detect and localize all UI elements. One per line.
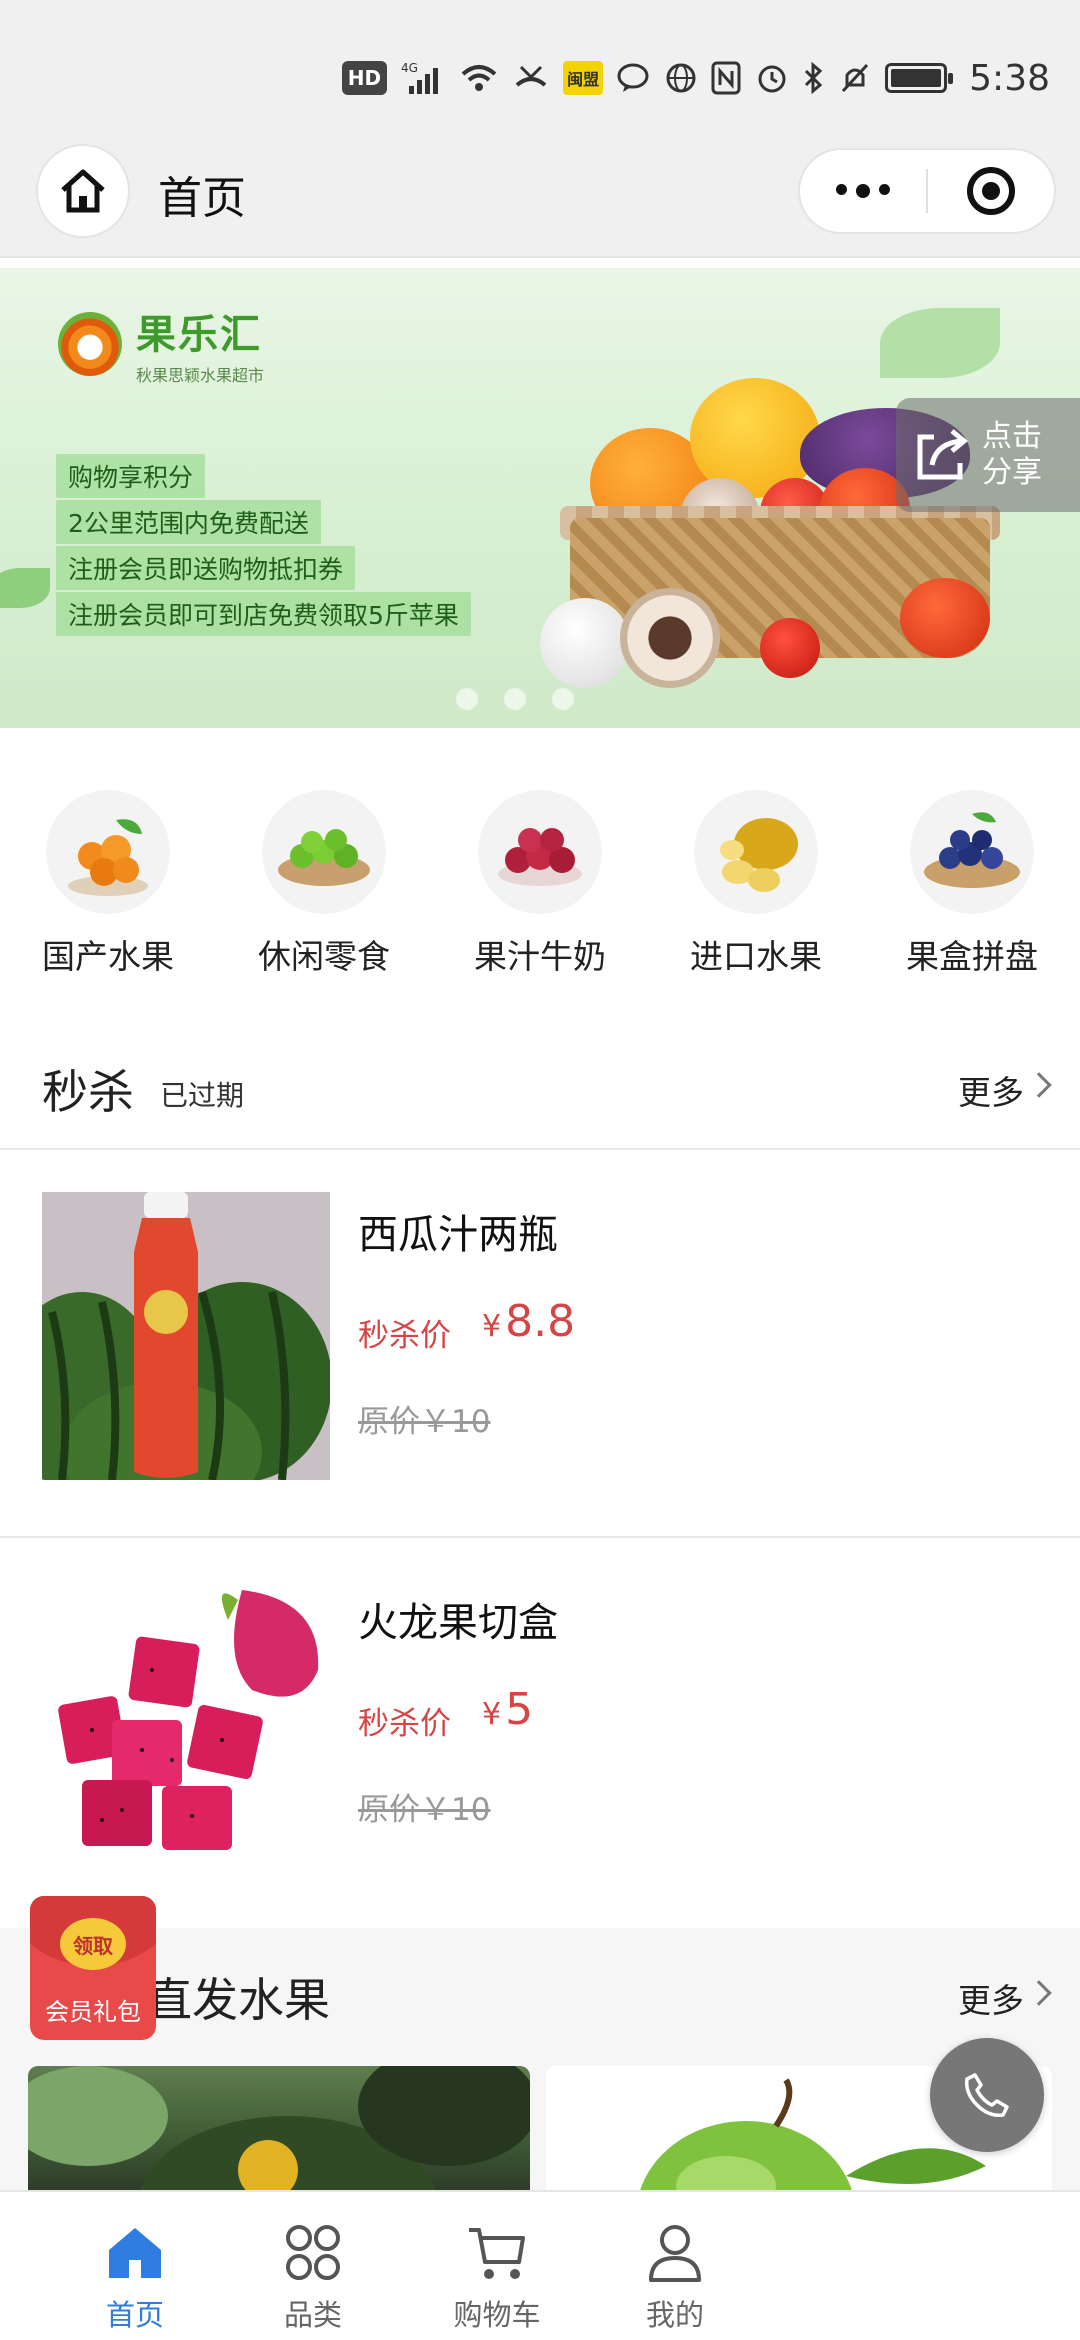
mini-program-capsule: [798, 148, 1056, 234]
chat-icon: [617, 56, 651, 100]
pumpkin-image: [28, 2066, 530, 2190]
bayberry-icon: [478, 790, 602, 914]
wifi-icon: [459, 56, 499, 100]
blueberry-icon: [910, 790, 1034, 914]
category-item[interactable]: 果盒拼盘: [864, 790, 1080, 978]
globe-icon: [665, 56, 697, 100]
loquat-icon: [46, 790, 170, 914]
cart-icon: [469, 2228, 525, 2279]
category-label: 果汁牛奶: [474, 937, 606, 976]
category-label: 国产水果: [42, 937, 174, 976]
promo-banner[interactable]: 果乐汇 秋果思颖水果超市 购物享积分 2公里范围内免费配送 注册会员即送购物抵扣…: [0, 268, 1080, 728]
battery-icon: [885, 56, 954, 100]
logo-mark-icon: [58, 312, 122, 376]
direct-fruit-title: 直发水果: [146, 1973, 330, 2027]
promo-line: 注册会员即可到店免费领取5斤苹果: [56, 592, 471, 636]
flash-sale-title: 秒杀: [42, 1065, 134, 1119]
alarm-icon: [755, 56, 789, 100]
durian-icon: [694, 790, 818, 914]
home-button[interactable]: [36, 144, 130, 238]
flash-sale-more-link[interactable]: 更多: [958, 1066, 1024, 1114]
promo-line: 注册会员即送购物抵扣券: [56, 546, 356, 590]
signal-icon: 4G: [401, 56, 445, 100]
claim-badge: 领取: [60, 1918, 126, 1970]
category-item[interactable]: 果汁牛奶: [432, 790, 648, 978]
product-card[interactable]: 西瓜汁两瓶 秒杀价 ¥8.8 原价￥10: [0, 1150, 1080, 1536]
tab-label: 我的: [645, 2298, 704, 2332]
member-gift-button[interactable]: 领取 会员礼包: [30, 1896, 156, 2040]
more-button[interactable]: [800, 150, 926, 232]
carousel-dot[interactable]: [504, 688, 526, 710]
nfc-icon: [711, 56, 741, 100]
green-plum-icon: [262, 790, 386, 914]
member-gift-label: 会员礼包: [45, 1998, 141, 2026]
tab-bar: 首页 品类 购物车 我的: [0, 2190, 1080, 2340]
status-time: 5:38: [969, 57, 1050, 99]
call-button[interactable]: [930, 2038, 1044, 2152]
price-value: 5: [505, 1684, 534, 1735]
home-icon: [109, 2228, 161, 2278]
original-price: 原价￥10: [358, 1792, 491, 1828]
category-item[interactable]: 进口水果: [648, 790, 864, 978]
chevron-right-icon[interactable]: [1026, 1072, 1052, 1098]
carrier-badge: 闽盟: [563, 61, 604, 95]
sale-price: ¥8.8: [482, 1296, 575, 1347]
direct-fruit-more-link[interactable]: 更多: [958, 1974, 1024, 2022]
nav-bar: 首页: [0, 140, 1080, 258]
user-icon: [649, 2225, 701, 2282]
product-name: 西瓜汁两瓶: [358, 1212, 558, 1258]
category-icon: [286, 2225, 340, 2280]
promo-line: 购物享积分: [56, 454, 206, 498]
original-price: 原价￥10: [358, 1404, 491, 1440]
target-icon: [967, 167, 1015, 215]
logo-subtitle: 秋果思颖水果超市: [136, 366, 265, 385]
product-name: 火龙果切盒: [358, 1600, 558, 1646]
hd-badge: HD: [341, 61, 388, 95]
sale-price: ¥5: [482, 1684, 533, 1735]
dragon-fruit-image: [42, 1580, 330, 1868]
logo-title: 果乐汇: [136, 312, 262, 358]
sale-price-label: 秒杀价: [358, 1318, 451, 1354]
currency-symbol: ¥: [482, 1697, 502, 1732]
category-label: 果盒拼盘: [906, 937, 1038, 976]
product-card[interactable]: 火龙果切盒 秒杀价 ¥5 原价￥10: [0, 1538, 1080, 1924]
chevron-right-icon[interactable]: [1026, 1980, 1052, 2006]
watermelon-juice-image: [42, 1192, 330, 1480]
currency-symbol: ¥: [482, 1309, 502, 1344]
mute-icon: [839, 56, 871, 100]
bluetooth-icon: [803, 56, 825, 100]
category-label: 休闲零食: [258, 937, 390, 976]
price-value: 8.8: [505, 1296, 576, 1347]
carousel-dot[interactable]: [456, 688, 478, 710]
promo-line: 2公里范围内免费配送: [56, 500, 321, 544]
missed-call-icon: [513, 56, 549, 100]
flash-sale-header: 秒杀 已过期 更多: [0, 1032, 1080, 1142]
flash-sale-status: 已过期: [160, 1079, 245, 1112]
carousel-indicator[interactable]: [456, 688, 574, 710]
share-label: 点击分享: [982, 419, 1042, 490]
category-label: 进口水果: [690, 937, 822, 976]
category-grid: 国产水果 休闲零食 果汁牛奶 进口水果 果盒拼盘: [0, 790, 1080, 990]
share-icon: [917, 429, 968, 480]
carousel-dot[interactable]: [552, 688, 574, 710]
phone-icon: [964, 2073, 1009, 2118]
direct-fruit-header: 直发水果 更多: [0, 1940, 1080, 2050]
brand-logo: 果乐汇 秋果思颖水果超市: [58, 302, 264, 386]
category-item[interactable]: 国产水果: [0, 790, 216, 978]
tab-profile[interactable]: 我的: [540, 2192, 810, 2340]
close-mini-program-button[interactable]: [928, 150, 1054, 232]
product-tile[interactable]: [28, 2066, 530, 2190]
page-title: 首页: [158, 173, 246, 224]
status-bar: HD 4G 闽盟 5:38: [0, 0, 1080, 140]
home-icon: [61, 169, 105, 213]
sale-price-label: 秒杀价: [358, 1706, 451, 1742]
svg-text:4G: 4G: [401, 61, 418, 75]
share-button[interactable]: 点击分享: [896, 398, 1080, 512]
more-dots-icon: [836, 184, 890, 198]
status-icons: HD 4G 闽盟 5:38: [341, 52, 1050, 104]
category-item[interactable]: 休闲零食: [216, 790, 432, 978]
